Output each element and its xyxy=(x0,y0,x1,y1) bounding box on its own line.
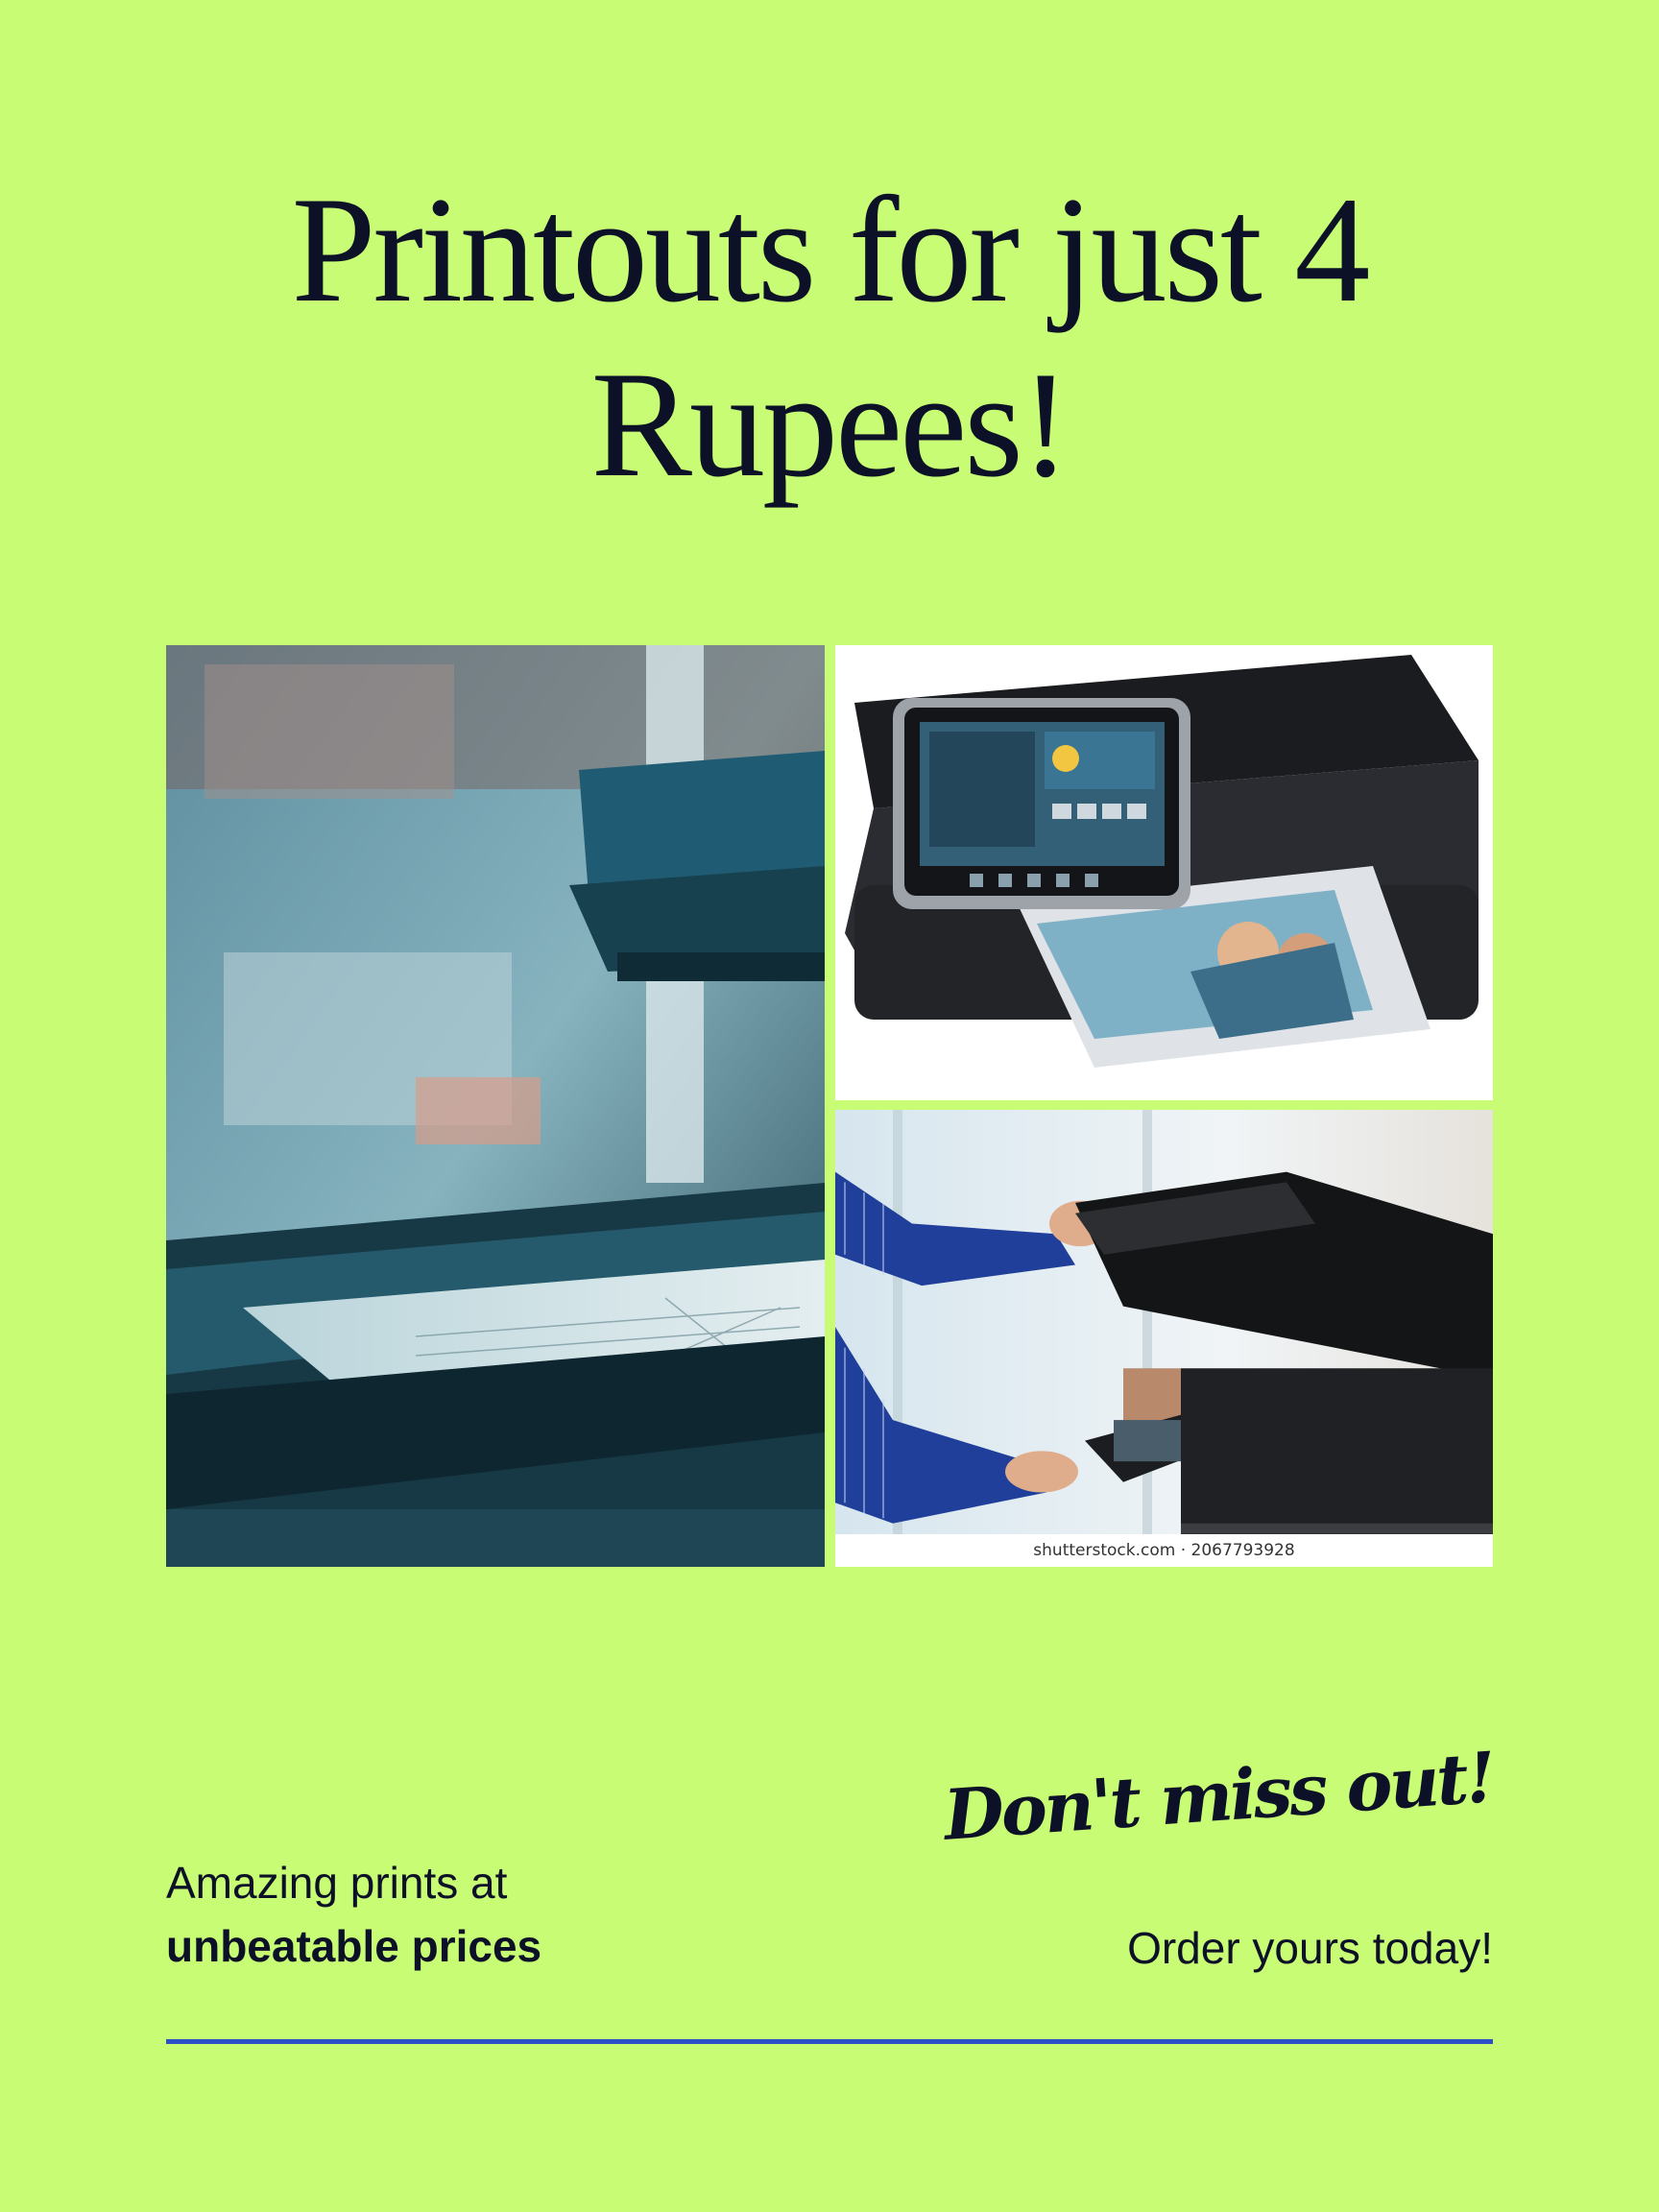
image-credit: shutterstock.com · 2067793928 xyxy=(835,1534,1493,1567)
copier-closeup-photo xyxy=(166,645,825,1567)
inkjet-printer-photo xyxy=(835,645,1493,1100)
divider-line xyxy=(166,2039,1493,2044)
headline-line-1: Printouts for just 4 xyxy=(291,166,1371,334)
tagline-line-2: unbeatable prices xyxy=(166,1921,542,1971)
poster-headline: Printouts for just 4 Rupees! xyxy=(0,163,1659,513)
tagline: Amazing prints at unbeatable prices xyxy=(166,1851,742,1978)
order-today-text: Order yours today! xyxy=(1127,1923,1493,1973)
office-copier-photo: shutterstock.com · 2067793928 xyxy=(835,1110,1493,1567)
headline-line-2: Rupees! xyxy=(590,341,1071,509)
tagline-line-1: Amazing prints at xyxy=(166,1858,508,1908)
dont-miss-out-text: Don't miss out! xyxy=(941,1736,1496,1856)
